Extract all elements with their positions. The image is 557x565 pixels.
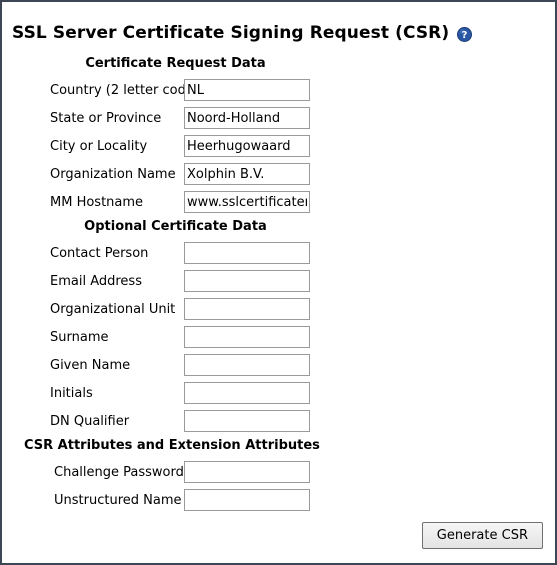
field-row-organizational-unit: Organizational Unit: [2, 295, 555, 323]
field-row-surname: Surname: [2, 323, 555, 351]
email-address-input[interactable]: [184, 270, 310, 292]
field-row-city-or-locality: City or Locality: [2, 132, 555, 160]
page-header: SSL Server Certificate Signing Request (…: [2, 2, 555, 43]
field-row-mm-hostname: MM Hostname: [2, 188, 555, 216]
field-row-dn-qualifier: DN Qualifier: [2, 407, 555, 435]
field-row-challenge-password: Challenge Password: [2, 458, 555, 486]
field-row-organization-name: Organization Name: [2, 160, 555, 188]
surname-input[interactable]: [184, 326, 310, 348]
given-name-input[interactable]: [184, 354, 310, 376]
field-row-state-or-province: State or Province: [2, 104, 555, 132]
challenge-password-input[interactable]: [184, 461, 310, 483]
field-label-mm-hostname: MM Hostname: [50, 194, 144, 210]
field-label-country: Country (2 letter code): [50, 82, 199, 98]
help-circle-icon[interactable]: ?: [457, 26, 473, 42]
field-row-given-name: Given Name: [2, 351, 555, 379]
field-label-challenge-password: Challenge Password: [54, 464, 184, 480]
field-label-surname: Surname: [50, 329, 109, 345]
section-heading-certificate-request-data: Certificate Request Data: [85, 56, 266, 71]
field-label-dn-qualifier: DN Qualifier: [50, 413, 130, 429]
unstructured-name-input[interactable]: [184, 489, 310, 511]
section-heading-csr-attributes: CSR Attributes and Extension Attributes: [24, 438, 320, 453]
state-or-province-input[interactable]: [184, 107, 310, 129]
generate-csr-button[interactable]: Generate CSR: [421, 522, 543, 549]
field-label-contact-person: Contact Person: [50, 245, 149, 261]
organizational-unit-input[interactable]: [184, 298, 310, 320]
field-label-city-or-locality: City or Locality: [50, 138, 148, 154]
section-heading-optional-certificate-data: Optional Certificate Data: [84, 219, 267, 234]
field-row-contact-person: Contact Person: [2, 239, 555, 267]
field-row-unstructured-name: Unstructured Name: [2, 486, 555, 514]
form-footer: Generate CSR: [2, 522, 555, 549]
page-title: SSL Server Certificate Signing Request (…: [12, 23, 450, 43]
city-or-locality-input[interactable]: [184, 135, 310, 157]
csr-form: Certificate Request Data Country (2 lett…: [2, 43, 555, 514]
initials-input[interactable]: [184, 382, 310, 404]
field-label-given-name: Given Name: [50, 357, 131, 373]
contact-person-input[interactable]: [184, 242, 310, 264]
field-label-unstructured-name: Unstructured Name: [54, 492, 182, 508]
field-label-organization-name: Organization Name: [50, 166, 176, 182]
mm-hostname-input[interactable]: [184, 191, 310, 213]
field-label-organizational-unit: Organizational Unit: [50, 301, 176, 317]
dn-qualifier-input[interactable]: [184, 410, 310, 432]
field-label-state-or-province: State or Province: [50, 110, 162, 126]
country-input[interactable]: [184, 79, 310, 101]
organization-name-input[interactable]: [184, 163, 310, 185]
svg-text:?: ?: [462, 30, 468, 41]
field-row-country: Country (2 letter code): [2, 76, 555, 104]
field-row-email-address: Email Address: [2, 267, 555, 295]
field-label-initials: Initials: [50, 385, 93, 401]
field-label-email-address: Email Address: [50, 273, 142, 289]
csr-form-panel: SSL Server Certificate Signing Request (…: [0, 0, 557, 565]
field-row-initials: Initials: [2, 379, 555, 407]
